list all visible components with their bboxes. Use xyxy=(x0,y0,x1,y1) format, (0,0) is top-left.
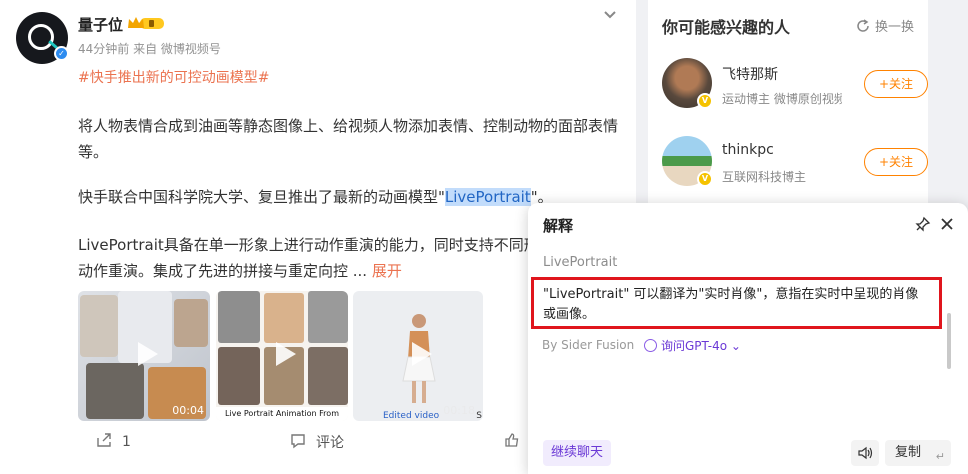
thumbs-up-icon xyxy=(505,433,519,447)
chevron-down-icon[interactable] xyxy=(602,6,618,22)
share-icon xyxy=(97,433,111,447)
video-duration: 00:18 xyxy=(443,404,475,417)
user-name[interactable]: thinkpc xyxy=(722,142,774,158)
selected-text: LivePortrait xyxy=(444,188,531,206)
close-icon[interactable] xyxy=(939,216,955,232)
post-text-3: LivePortrait具备在单一形象上进行动作重演的能力，同时支持不同形 动作… xyxy=(78,236,530,280)
user-desc: 运动博主 微博原创视频博主 xyxy=(722,92,842,106)
video-duration: 00:04 xyxy=(172,404,204,417)
follow-button[interactable]: +关注 xyxy=(864,148,928,176)
speaker-icon xyxy=(858,446,873,460)
comment-icon xyxy=(291,434,305,449)
share-button[interactable]: 1 xyxy=(96,432,131,450)
video-thumbnail-portraits[interactable]: Live Portrait Animation From Arts xyxy=(216,291,348,421)
verified-badge-icon: ✓ xyxy=(54,46,69,61)
refresh-button[interactable]: 换一换 xyxy=(856,16,914,35)
chevron-down-icon: ⌄ xyxy=(730,339,741,353)
play-icon xyxy=(406,340,434,368)
share-count: 1 xyxy=(122,434,131,450)
post-text-1: 将人物表情合成到油画等静态图像上、给视频人物添加表情、控制动物的面部表情等。 xyxy=(78,117,619,161)
verified-badge-icon: V xyxy=(697,93,713,109)
avatar-logo xyxy=(28,24,54,50)
author-name[interactable]: 量子位 xyxy=(78,14,123,35)
continue-chat-button[interactable]: 继续聊天 xyxy=(543,440,612,466)
vip-crown-icon xyxy=(128,17,164,29)
play-icon xyxy=(270,340,298,368)
expand-link[interactable]: 展开 xyxy=(372,262,402,280)
post-meta: 44分钟前 来自 微博视频号 xyxy=(78,42,221,56)
explain-popup: 解释 LivePortrait "LivePortrait" 可以翻译为"实时肖… xyxy=(528,203,968,474)
pin-icon[interactable] xyxy=(915,216,931,232)
verified-badge-icon: V xyxy=(697,171,713,187)
scrollbar[interactable] xyxy=(947,313,951,369)
user-desc: 互联网科技博主 xyxy=(722,170,807,184)
gpt-icon xyxy=(644,339,657,352)
source-text: LivePortrait xyxy=(543,255,618,270)
refresh-icon xyxy=(857,19,869,32)
ask-gpt-button[interactable]: 询问GPT-4o ⌄ xyxy=(644,337,741,354)
enter-key-icon: ↵ xyxy=(935,450,945,463)
caption-tail: S xyxy=(476,411,482,421)
video-caption: Live Portrait Animation From Arts xyxy=(216,407,348,421)
popup-title: 解释 xyxy=(543,217,574,235)
panel-title: 你可能感兴趣的人 xyxy=(662,18,791,37)
video-caption: Edited video xyxy=(383,411,440,421)
recommended-user[interactable]: V thinkpc 互联网科技博主 +关注 xyxy=(662,136,928,192)
follow-button[interactable]: +关注 xyxy=(864,70,928,98)
like-button[interactable] xyxy=(504,432,530,450)
user-name[interactable]: 飞特那斯 xyxy=(722,64,778,84)
video-thumbnail-edited[interactable]: Edited video 00:18 S xyxy=(353,291,483,421)
recommendation-panel: 你可能感兴趣的人 换一换 V 飞特那斯 运动博主 微博原创视频博主 +关注 V … xyxy=(648,0,928,222)
video-thumbnail-pets[interactable]: 00:04 xyxy=(78,291,210,421)
explanation-result: "LivePortrait" 可以翻译为"实时肖像"，意指在实时中呈现的肖像或画… xyxy=(531,277,942,329)
comment-button[interactable]: 评论 xyxy=(290,432,344,452)
hashtag-link[interactable]: #快手推出新的可控动画模型# xyxy=(78,67,269,87)
recommended-user[interactable]: V 飞特那斯 运动博主 微博原创视频博主 +关注 xyxy=(662,58,928,114)
comment-label: 评论 xyxy=(316,435,344,451)
model-attribution: By Sider Fusion xyxy=(542,338,635,352)
play-icon xyxy=(132,340,160,368)
speaker-button[interactable] xyxy=(851,440,879,466)
copy-button[interactable]: 复制 ↵ xyxy=(885,440,951,466)
